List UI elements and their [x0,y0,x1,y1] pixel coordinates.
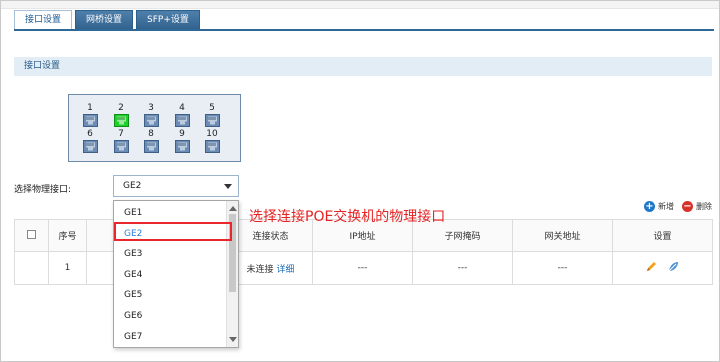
port-5[interactable]: 5 [203,103,221,127]
dropdown-option-ge1[interactable]: GE1 [114,203,226,223]
add-button-label: 新增 [658,202,674,211]
add-button[interactable]: + 新增 [644,201,674,212]
port-10[interactable]: 10 [203,129,221,153]
header-select-all[interactable] [14,219,49,252]
section-title: 接口设置 [14,57,712,76]
ethernet-port-icon [82,114,98,127]
ethernet-port-icon [143,114,159,127]
port-9[interactable]: 9 [173,129,191,153]
scroll-down-icon[interactable] [229,337,237,342]
delete-button[interactable]: − 删除 [682,201,712,212]
port-7[interactable]: 7 [112,129,130,153]
dropdown-option-ge3[interactable]: GE3 [114,244,226,264]
port-number: 6 [87,129,93,139]
tab-underline [14,29,714,31]
edit-icon[interactable] [646,261,657,275]
port-number: 4 [179,103,185,113]
ethernet-port-icon [82,140,98,153]
row-status-cell: 未连接 详细 [228,251,313,285]
dropdown-option-ge6[interactable]: GE6 [114,306,226,326]
port-number: 9 [179,129,185,139]
row-status: 未连接 [246,264,274,275]
port-number: 7 [118,129,124,139]
top-strip [1,1,719,9]
port-1[interactable]: 1 [81,103,99,127]
tab-sfp-settings[interactable]: SFP+设置 [136,10,200,29]
ethernet-port-icon [143,140,159,153]
ethernet-port-icon [174,140,190,153]
row-ip: --- [312,251,413,285]
minus-icon: − [682,201,693,212]
annotation-text: 选择连接POE交换机的物理接口 [249,209,446,225]
ethernet-port-icon [174,114,190,127]
select-port-label: 选择物理接口: [14,185,72,195]
dropdown-option-ge5[interactable]: GE5 [114,285,226,305]
port-panel: 1 2 3 4 5 6 7 8 9 10 [68,94,241,162]
tab-interface-settings[interactable]: 接口设置 [14,10,73,29]
port-select[interactable]: GE2 [113,175,239,197]
port-8[interactable]: 8 [142,129,160,153]
header-gateway: 网关地址 [512,219,613,252]
ethernet-port-icon [204,140,220,153]
port-number: 8 [148,129,154,139]
port-number: 10 [206,129,218,139]
ethernet-port-icon [204,114,220,127]
selection-highlight-box [114,222,232,241]
port-number: 5 [209,103,215,113]
ethernet-port-icon [113,114,129,127]
port-select-value: GE2 [123,181,142,191]
plus-icon: + [644,201,655,212]
port-number: 1 [87,103,93,113]
row-mask: --- [412,251,513,285]
port-number: 2 [118,103,124,113]
header-settings: 设置 [612,219,713,252]
select-all-checkbox[interactable] [27,229,36,239]
table-toolbar: + 新增 − 删除 [636,201,712,212]
tab-bridge-settings[interactable]: 网桥设置 [75,10,134,29]
row-checkbox-cell [14,251,49,285]
scroll-up-icon[interactable] [229,206,237,211]
port-6[interactable]: 6 [81,129,99,153]
port-4[interactable]: 4 [173,103,191,127]
row-index: 1 [48,251,87,285]
window [0,0,720,362]
port-2[interactable]: 2 [112,103,130,127]
header-index: 序号 [48,219,87,252]
dropdown-option-ge4[interactable]: GE4 [114,265,226,285]
row-actions [612,251,713,285]
delete-button-label: 删除 [696,202,712,211]
chevron-down-icon [224,184,232,189]
detail-link[interactable]: 详细 [276,265,294,275]
leaf-icon[interactable] [668,261,679,275]
dropdown-option-ge7[interactable]: GE7 [114,327,226,347]
ethernet-port-icon [113,140,129,153]
port-3[interactable]: 3 [142,103,160,127]
tab-bar: 接口设置 网桥设置 SFP+设置 [14,10,203,30]
row-gateway: --- [512,251,613,285]
port-number: 3 [148,103,154,113]
